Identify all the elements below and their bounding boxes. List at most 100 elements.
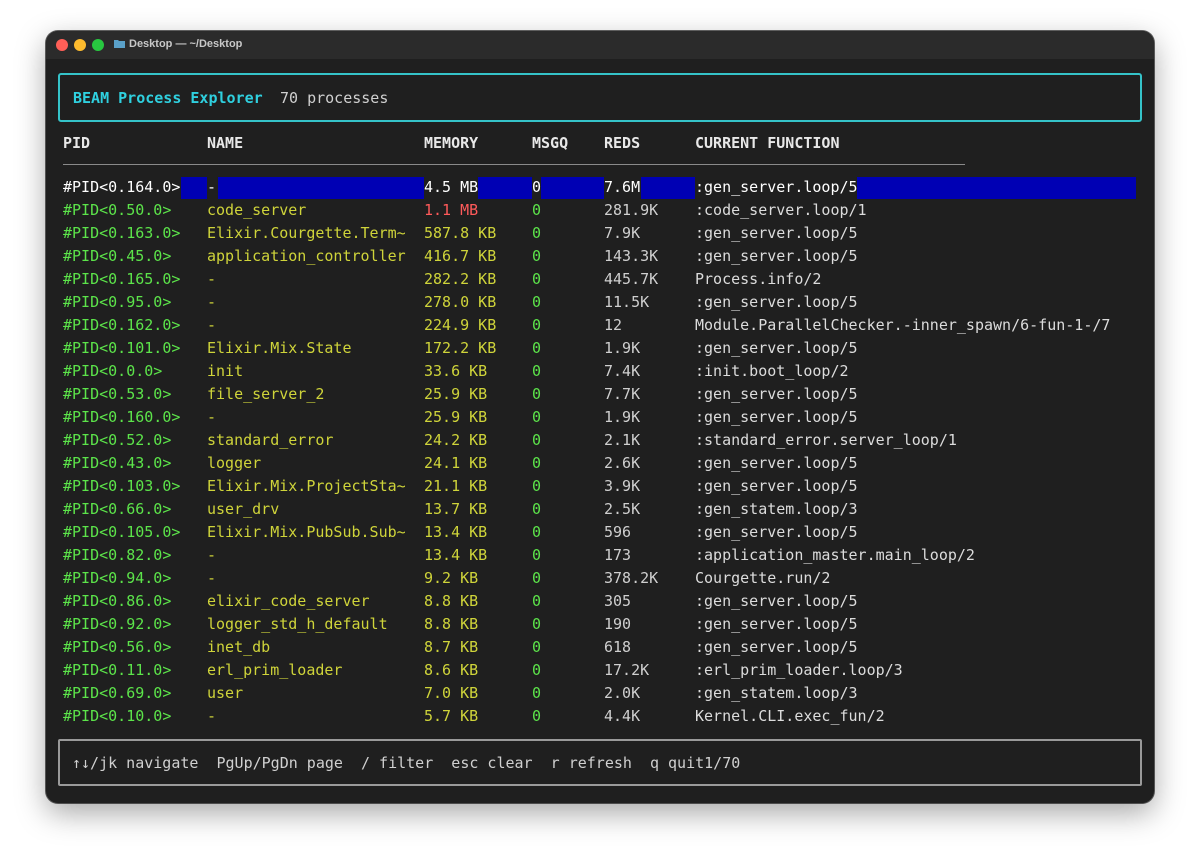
cell-reds: 7.9K: [604, 224, 641, 242]
table-row[interactable]: #PID<0.52.0> standard_error 24.2 KB 0 2.…: [46, 429, 1154, 452]
table-row[interactable]: #PID<0.11.0> erl_prim_loader 8.6 KB 0 17…: [46, 659, 1154, 682]
cell-msgq: 0: [532, 201, 542, 219]
cell-reds: 1.9K: [604, 408, 641, 426]
table-row[interactable]: #PID<0.0.0> init 33.6 KB 0 7.4K :init.bo…: [46, 360, 1154, 383]
cell-name: -: [207, 293, 217, 311]
minimize-window-button[interactable]: [74, 39, 86, 51]
cell-msgq: 0: [532, 385, 542, 403]
cell-reds: 2.6K: [604, 454, 641, 472]
cell-name: elixir_code_server: [207, 592, 370, 610]
cell-current-function: :gen_statem.loop/3: [695, 500, 858, 518]
folder-icon: [114, 40, 125, 48]
cell-name: Elixir.Mix.ProjectSta~: [207, 477, 406, 495]
cell-current-function: :init.boot_loop/2: [695, 362, 849, 380]
cell-pid: #PID<0.103.0>: [63, 477, 181, 495]
cell-pid: #PID<0.165.0>: [63, 270, 181, 288]
cell-msgq: 0: [532, 546, 542, 564]
cell-name: Elixir.Courgette.Term~: [207, 224, 406, 242]
table-row-selected[interactable]: #PID<0.164.0> - 4.5 MB 0 7.6M :gen_serve…: [46, 176, 1154, 199]
cell-name: -: [207, 178, 217, 196]
column-header-current-function[interactable]: CURRENT FUNCTION: [695, 134, 840, 152]
cell-current-function: :gen_server.loop/5: [695, 523, 858, 541]
cell-pid: #PID<0.163.0>: [63, 224, 181, 242]
help-bar: ↑↓/jk navigate PgUp/PgDn page / filter e…: [58, 739, 1142, 786]
cell-reds: 143.3K: [604, 247, 659, 265]
cell-msgq: 0: [532, 431, 542, 449]
cell-pid: #PID<0.94.0>: [63, 569, 172, 587]
cell-reds: 3.9K: [604, 477, 641, 495]
table-row[interactable]: #PID<0.86.0> elixir_code_server 8.8 KB 0…: [46, 590, 1154, 613]
cell-memory: 282.2 KB: [424, 270, 497, 288]
app-title: BEAM Process Explorer: [73, 89, 263, 107]
table-row[interactable]: #PID<0.95.0> - 278.0 KB 0 11.5K :gen_ser…: [46, 291, 1154, 314]
table-row[interactable]: #PID<0.43.0> logger 24.1 KB 0 2.6K :gen_…: [46, 452, 1154, 475]
cell-name: -: [207, 707, 217, 725]
column-header-memory[interactable]: MEMORY: [424, 134, 478, 152]
cell-msgq: 0: [532, 684, 542, 702]
selection-highlight: [857, 177, 1136, 199]
cell-pid: #PID<0.10.0>: [63, 707, 172, 725]
table-row[interactable]: #PID<0.165.0> - 282.2 KB 0 445.7K Proces…: [46, 268, 1154, 291]
column-header-pid[interactable]: PID: [63, 134, 90, 152]
cell-msgq: 0: [532, 592, 542, 610]
table-row[interactable]: #PID<0.103.0> Elixir.Mix.ProjectSta~ 21.…: [46, 475, 1154, 498]
cell-msgq: 0: [532, 500, 542, 518]
cell-current-function: :gen_server.loop/5: [695, 408, 858, 426]
table-row[interactable]: #PID<0.56.0> inet_db 8.7 KB 0 618 :gen_s…: [46, 636, 1154, 659]
cell-current-function: :gen_server.loop/5: [695, 477, 858, 495]
maximize-window-button[interactable]: [92, 39, 104, 51]
cell-reds: 190: [604, 615, 632, 633]
table-row[interactable]: #PID<0.53.0> file_server_2 25.9 KB 0 7.7…: [46, 383, 1154, 406]
table-row[interactable]: #PID<0.105.0> Elixir.Mix.PubSub.Sub~ 13.…: [46, 521, 1154, 544]
cell-memory: 416.7 KB: [424, 247, 497, 265]
cell-name: logger: [207, 454, 262, 472]
column-header-msgq[interactable]: MSGQ: [532, 134, 568, 152]
table-row[interactable]: #PID<0.94.0> - 9.2 KB 0 378.2K Courgette…: [46, 567, 1154, 590]
close-window-button[interactable]: [56, 39, 68, 51]
column-header-reds[interactable]: REDS: [604, 134, 640, 152]
selection-highlight: [541, 177, 604, 199]
cell-current-function: :gen_server.loop/5: [695, 178, 858, 196]
cell-name: -: [207, 408, 217, 426]
table-row[interactable]: #PID<0.69.0> user 7.0 KB 0 2.0K :gen_sta…: [46, 682, 1154, 705]
cell-msgq: 0: [532, 523, 542, 541]
column-header-name[interactable]: NAME: [207, 134, 243, 152]
cell-current-function: :gen_server.loop/5: [695, 293, 858, 311]
cell-name: file_server_2: [207, 385, 325, 403]
cell-msgq: 0: [532, 293, 542, 311]
cell-pid: #PID<0.82.0>: [63, 546, 172, 564]
cell-name: user: [207, 684, 244, 702]
cell-msgq: 0: [532, 569, 542, 587]
cell-reds: 618: [604, 638, 632, 656]
cell-msgq: 0: [532, 615, 542, 633]
table-row[interactable]: #PID<0.162.0> - 224.9 KB 0 12 Module.Par…: [46, 314, 1154, 337]
cell-name: erl_prim_loader: [207, 661, 343, 679]
table-row[interactable]: #PID<0.160.0> - 25.9 KB 0 1.9K :gen_serv…: [46, 406, 1154, 429]
table-row[interactable]: #PID<0.101.0> Elixir.Mix.State 172.2 KB …: [46, 337, 1154, 360]
cell-pid: #PID<0.56.0>: [63, 638, 172, 656]
cell-pid: #PID<0.86.0>: [63, 592, 172, 610]
cell-name: -: [207, 569, 217, 587]
table-row[interactable]: #PID<0.45.0> application_controller 416.…: [46, 245, 1154, 268]
table-row[interactable]: #PID<0.82.0> - 13.4 KB 0 173 :applicatio…: [46, 544, 1154, 567]
cell-reds: 4.4K: [604, 707, 641, 725]
cell-reds: 2.0K: [604, 684, 641, 702]
table-row[interactable]: #PID<0.50.0> code_server 1.1 MB 0 281.9K…: [46, 199, 1154, 222]
process-count: 70 processes: [280, 89, 389, 107]
table-row[interactable]: #PID<0.163.0> Elixir.Courgette.Term~ 587…: [46, 222, 1154, 245]
cell-msgq: 0: [532, 477, 542, 495]
table-row[interactable]: #PID<0.10.0> - 5.7 KB 0 4.4K Kernel.CLI.…: [46, 705, 1154, 728]
cell-reds: 1.9K: [604, 339, 641, 357]
cell-name: Elixir.Mix.PubSub.Sub~: [207, 523, 406, 541]
table-row[interactable]: #PID<0.92.0> logger_std_h_default 8.8 KB…: [46, 613, 1154, 636]
table-row[interactable]: #PID<0.66.0> user_drv 13.7 KB 0 2.5K :ge…: [46, 498, 1154, 521]
cell-msgq: 0: [532, 362, 542, 380]
cell-name: standard_error: [207, 431, 334, 449]
cell-current-function: :gen_statem.loop/3: [695, 684, 858, 702]
cell-pid: #PID<0.43.0>: [63, 454, 172, 472]
cell-msgq: 0: [532, 247, 542, 265]
cell-reds: 17.2K: [604, 661, 650, 679]
cell-memory: 278.0 KB: [424, 293, 497, 311]
cell-current-function: :gen_server.loop/5: [695, 385, 858, 403]
cell-name: -: [207, 546, 217, 564]
